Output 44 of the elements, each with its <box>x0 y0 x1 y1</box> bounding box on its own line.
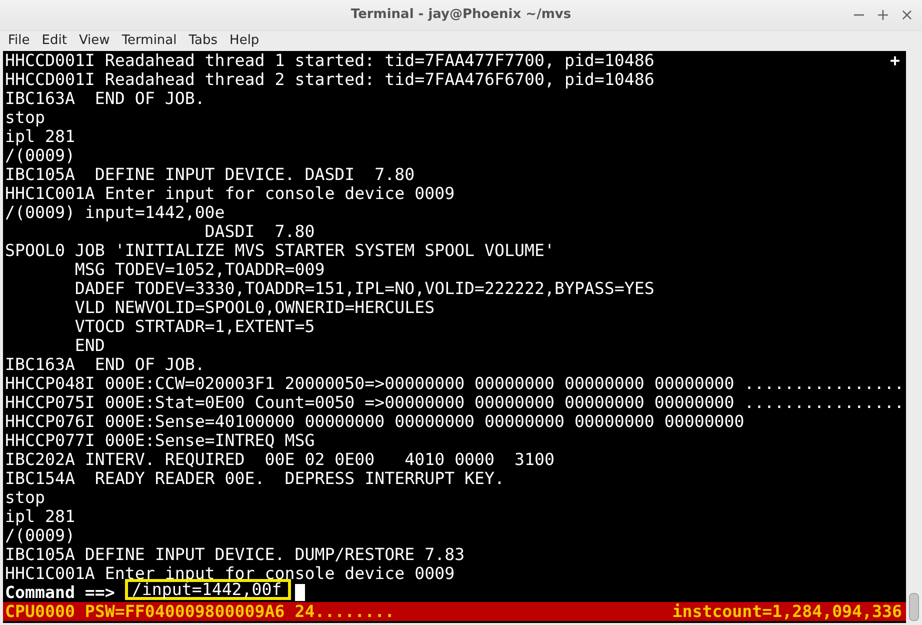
terminal-line: IBC163A END OF JOB. <box>5 354 205 374</box>
terminal-line: /(0009) <box>5 526 75 545</box>
terminal-line: stop <box>5 488 45 507</box>
instruction-count: instcount=1,284,094,336 <box>672 602 902 621</box>
terminal-line: HHC1C001A Enter input for console device 0009 <box>5 184 455 203</box>
terminal-line: HHCCP075I 000E:Stat=0E00 Count=0050 =>00000000 00000000 00000000 00000000 ................ <box>5 392 904 412</box>
terminal-line: HHCCP077I 000E:Sense=INTREQ MSG <box>5 430 315 450</box>
menu-item[interactable]: Tabs <box>182 33 224 48</box>
terminal-line: VLD NEWVOLID=SPOOL0,OWNERID=HERCULES <box>74 298 435 317</box>
terminal-line: VTOCD STRTADR=1,EXTENT=5 <box>74 316 315 336</box>
terminal-line: ipl 281 <box>5 506 75 526</box>
terminal-line: HHCCD001I Readahead thread 1 started: tid=7FAA477F7700, pid=10486 <box>5 50 654 70</box>
text-cursor <box>294 584 305 601</box>
window-title: Terminal - jay@Phoenix ~/mvs <box>350 7 572 22</box>
tab-marker: + <box>890 50 900 70</box>
terminal-line: END <box>74 336 105 355</box>
scrollbar-thumb[interactable] <box>909 593 919 621</box>
terminal-line: /(0009) <box>5 146 75 165</box>
terminal-line: IBC163A END OF JOB. <box>5 88 205 108</box>
terminal-line: DASDI 7.80 <box>204 222 315 241</box>
menu-item[interactable]: View <box>72 33 116 48</box>
command-field[interactable]: /input=1442,00f <box>124 578 291 600</box>
terminal-line: ipl 281 <box>5 126 75 146</box>
menu-item[interactable]: Terminal <box>116 33 183 48</box>
terminal-line: IBC202A INTERV. REQUIRED 00E 02 0E00 4010 0000 3100 <box>5 450 554 469</box>
minimize-button[interactable]: − <box>852 5 866 24</box>
cpu-status: CPU0000 PSW=FF040009800009A6 24........ <box>5 602 395 621</box>
terminal-line: IBC105A DEFINE INPUT DEVICE. DUMP/RESTORE 7.83 <box>5 544 465 564</box>
menu-item[interactable]: Help <box>224 33 266 48</box>
command-prompt: Command ==> <box>5 582 115 602</box>
terminal-line: MSG TODEV=1052,TOADDR=009 <box>74 260 325 279</box>
terminal-line: HHCCP076I 000E:Sense=40100000 00000000 00000000 00000000 00000000 00000000 <box>5 412 744 431</box>
close-button[interactable]: × <box>900 5 914 24</box>
menu-item[interactable]: Edit <box>36 33 73 48</box>
terminal-line: DADEF TODEV=3330,TOADDR=151,IPL=NO,VOLID=222222,BYPASS=YES <box>74 278 654 298</box>
terminal-line: HHCCP048I 000E:CCW=020003F1 20000050=>00000000 00000000 00000000 00000000 ................ <box>5 374 904 393</box>
menu-item[interactable]: File <box>2 33 36 48</box>
terminal-line: /(0009) input=1442,00e <box>5 202 225 222</box>
terminal-line: stop <box>5 108 45 127</box>
terminal-line: IBC154A READY READER 00E. DEPRESS INTERRUPT KEY. <box>5 468 505 488</box>
terminal-line: SPOOL0 JOB 'INITIALIZE MVS STARTER SYSTEM SPOOL VOLUME' <box>5 240 554 260</box>
terminal-line: IBC105A DEFINE INPUT DEVICE. DASDI 7.80 <box>5 164 415 184</box>
maximize-button[interactable]: + <box>876 5 890 24</box>
terminal-line: HHCCD001I Readahead thread 2 started: tid=7FAA476F6700, pid=10486 <box>5 70 654 89</box>
